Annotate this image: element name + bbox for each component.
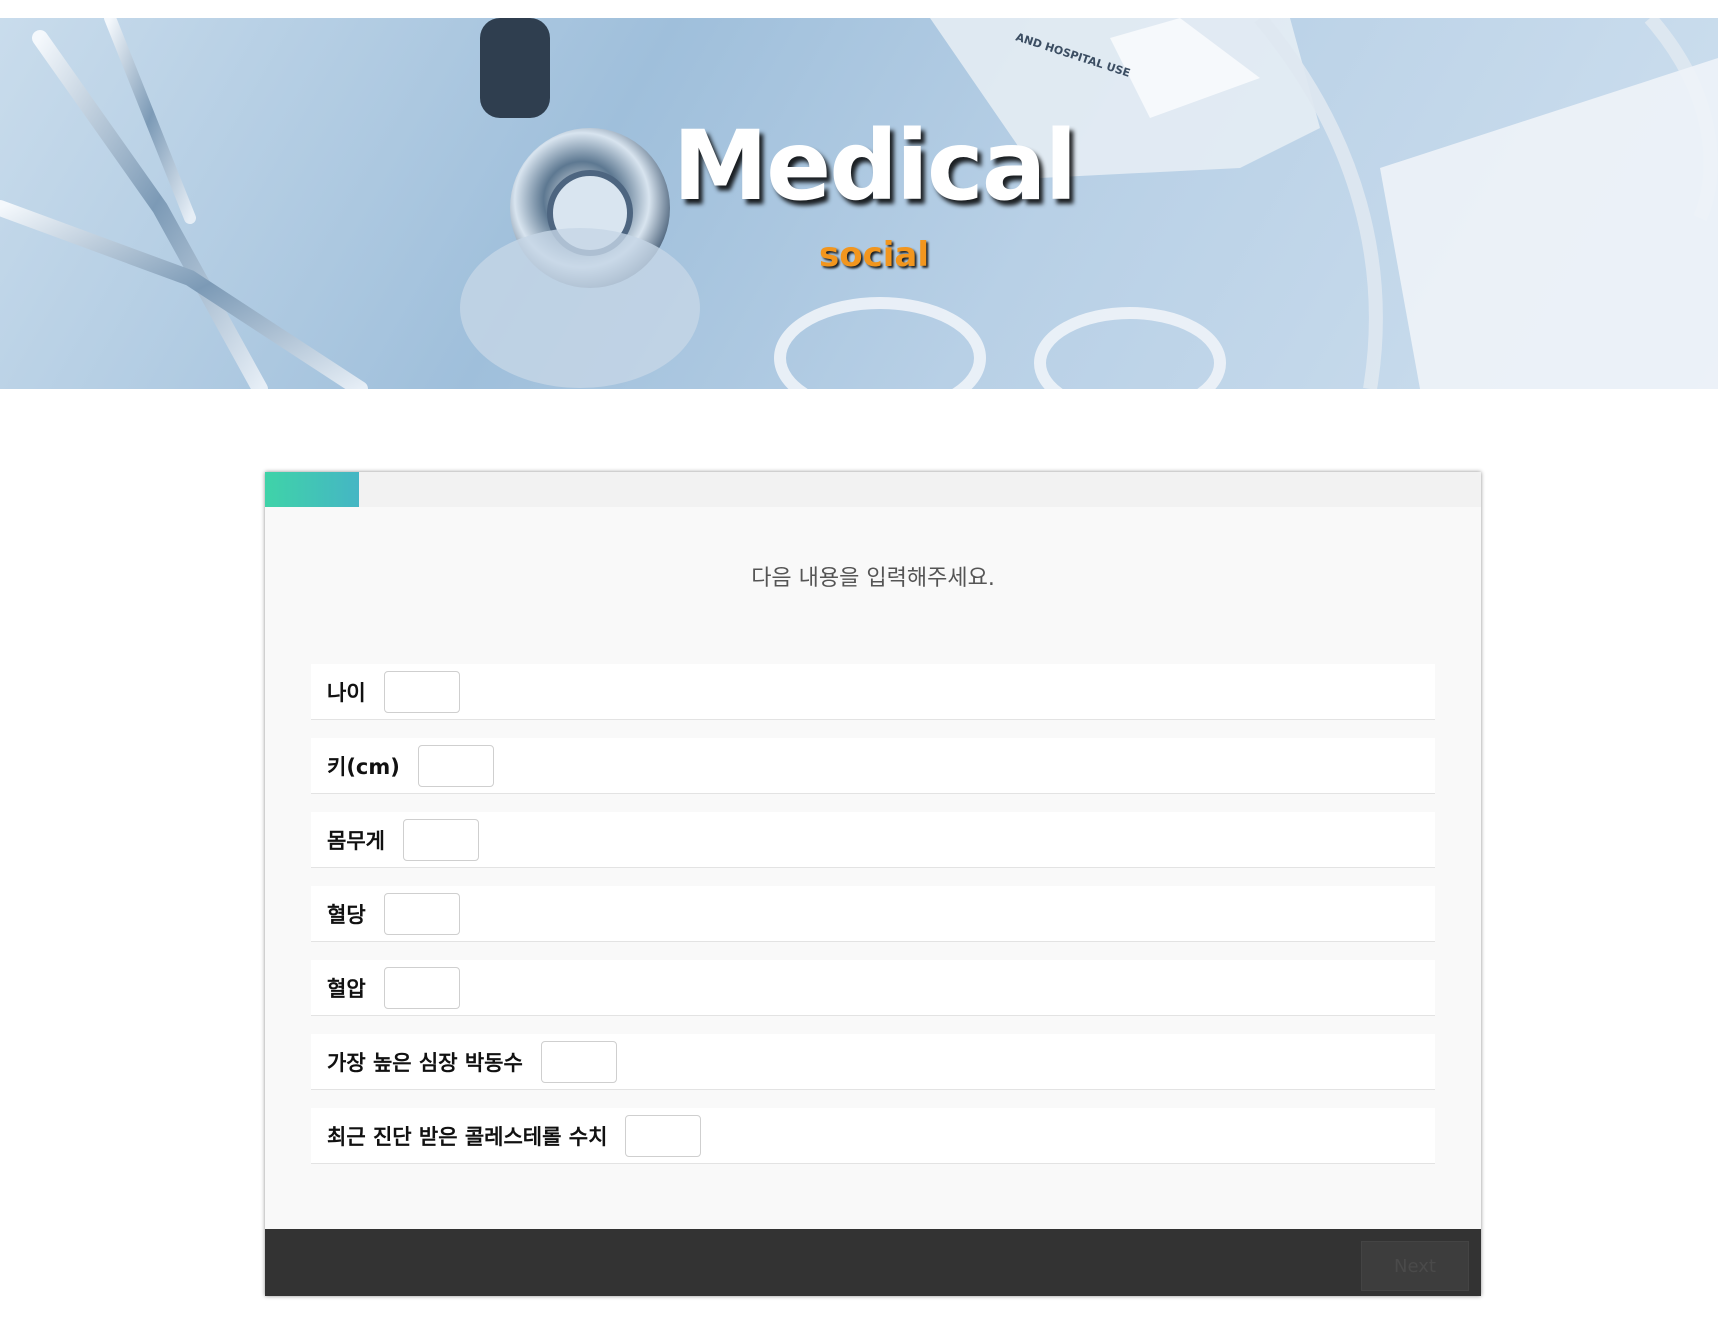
card-footer: Next xyxy=(265,1229,1481,1296)
field-row-blood-sugar: 혈당 xyxy=(311,886,1435,942)
field-label: 몸무게 xyxy=(327,828,385,853)
field-label: 혈압 xyxy=(327,976,366,1001)
field-label: 나이 xyxy=(327,680,366,705)
cholesterol-input[interactable] xyxy=(625,1114,702,1157)
progress-fill xyxy=(265,472,359,507)
hero-banner: AND HOSPITAL USE Medical social xyxy=(0,18,1718,389)
field-row-cholesterol: 최근 진단 받은 콜레스테롤 수치 xyxy=(311,1108,1435,1164)
top-bar xyxy=(0,0,1718,18)
blood-pressure-input[interactable] xyxy=(383,966,460,1009)
field-row-age: 나이 xyxy=(311,664,1435,720)
weight-input[interactable] xyxy=(402,818,479,861)
field-row-max-heart-rate: 가장 높은 심장 박동수 xyxy=(311,1034,1435,1090)
hero-subtitle: social xyxy=(818,235,929,275)
field-label: 혈당 xyxy=(327,902,366,927)
next-button[interactable]: Next xyxy=(1361,1241,1469,1291)
field-row-blood-pressure: 혈압 xyxy=(311,960,1435,1016)
form-instruction: 다음 내용을 입력해주세요. xyxy=(751,566,995,591)
field-label: 키(cm) xyxy=(327,754,400,779)
progress-bar xyxy=(265,472,1481,507)
field-row-weight: 몸무게 xyxy=(311,812,1435,868)
field-label: 최근 진단 받은 콜레스테롤 수치 xyxy=(327,1124,608,1149)
hero-title: Medical xyxy=(672,110,1078,222)
age-input[interactable] xyxy=(383,670,460,713)
field-label: 가장 높은 심장 박동수 xyxy=(327,1050,523,1075)
max-heart-rate-input[interactable] xyxy=(540,1040,617,1083)
blood-sugar-input[interactable] xyxy=(383,892,460,935)
survey-card: 다음 내용을 입력해주세요. 나이 키(cm) 몸무게 혈당 혈압 가장 높은 … xyxy=(265,472,1481,1296)
field-row-height: 키(cm) xyxy=(311,738,1435,794)
height-input[interactable] xyxy=(417,744,494,787)
